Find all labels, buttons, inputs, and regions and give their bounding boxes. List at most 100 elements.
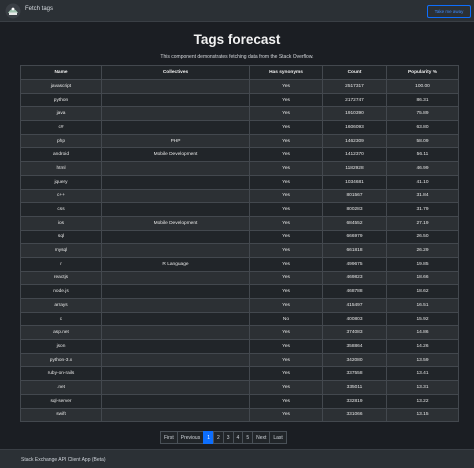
cell-popularity: 31.79	[386, 202, 459, 217]
cell-count: 1034681	[322, 174, 387, 190]
table-row: node.js Yes 468788 18.62	[20, 284, 459, 299]
cell-has-synonyms: Yes	[249, 270, 323, 286]
cell-name: android	[20, 147, 102, 163]
table-row: python-3.x Yes 342080 13.59	[20, 352, 459, 368]
cell-collectives	[101, 352, 250, 368]
cell-collectives	[101, 380, 250, 395]
table-row: html Yes 1182928 46.99	[20, 161, 459, 176]
cell-collectives	[101, 120, 250, 135]
cell-count: 1412370	[322, 147, 387, 163]
table-body: javascript Yes 2517317 100.00 python Yes 21727…	[20, 79, 459, 423]
cell-count: 684552	[322, 215, 387, 231]
table-row: sql Yes 666979 26.50	[20, 229, 459, 245]
cell-count: 1606093	[322, 120, 387, 135]
tour-button[interactable]: Take me away	[427, 5, 471, 18]
cell-name: ios	[20, 215, 102, 231]
cell-popularity: 14.26	[386, 339, 459, 354]
page-title: Tags forecast	[193, 32, 281, 47]
cell-collectives	[101, 243, 250, 258]
cell-collectives	[101, 311, 250, 327]
cell-has-synonyms: No	[249, 311, 323, 327]
cell-collectives	[101, 202, 250, 217]
cell-popularity: 41.10	[386, 174, 459, 190]
cell-collectives	[101, 325, 250, 341]
cell-name: swift	[20, 407, 102, 423]
cell-count: 800283	[322, 202, 387, 217]
cell-collectives: PHP	[101, 133, 250, 149]
table-row: css Yes 800283 31.79	[20, 202, 459, 217]
cell-popularity: 56.11	[386, 147, 459, 163]
cell-count: 358864	[322, 339, 387, 354]
cell-popularity: 31.84	[386, 188, 459, 204]
cell-collectives	[101, 188, 250, 204]
table-row: jquery Yes 1034681 41.10	[20, 174, 459, 190]
cell-name: arrays	[20, 298, 102, 313]
cell-popularity: 27.19	[386, 215, 459, 231]
page-link-next[interactable]: Next	[252, 431, 271, 444]
cell-count: 332819	[322, 393, 387, 409]
cell-count: 415497	[322, 298, 387, 313]
table-row: .net Yes 335011 13.31	[20, 380, 459, 395]
cell-name: sql-server	[20, 393, 102, 409]
cell-popularity: 13.41	[386, 366, 459, 382]
cell-has-synonyms: Yes	[249, 92, 323, 108]
cell-count: 337558	[322, 366, 387, 382]
cell-collectives	[101, 270, 250, 286]
column-header-popularity: Popularity %	[386, 65, 459, 80]
footer: Stack Exchange API Client App (Beta)	[0, 449, 474, 468]
cell-popularity: 13.15	[386, 407, 459, 423]
cell-name: json	[20, 339, 102, 354]
cell-name: html	[20, 161, 102, 176]
cell-name: c	[20, 311, 102, 327]
table-row: rR Language Yes 499675 19.85	[20, 256, 459, 272]
column-header-name: Name	[20, 65, 102, 80]
cell-collectives	[101, 339, 250, 354]
cell-name: r	[20, 256, 102, 272]
table-row: asp.net Yes 374083 14.86	[20, 325, 459, 341]
cell-count: 331066	[322, 407, 387, 423]
cell-name: sql	[20, 229, 102, 245]
table-row: json Yes 358864 14.26	[20, 339, 459, 354]
cell-popularity: 19.85	[386, 256, 459, 272]
cell-popularity: 46.99	[386, 161, 459, 176]
page-link-previous[interactable]: Previous	[176, 431, 205, 444]
cell-name: c#	[20, 120, 102, 135]
cell-has-synonyms: Yes	[249, 325, 323, 341]
cell-name: c++	[20, 188, 102, 204]
page-link-first[interactable]: First	[160, 431, 178, 444]
cell-name: javascript	[20, 79, 102, 94]
cell-collectives	[101, 106, 250, 122]
cell-has-synonyms: Yes	[249, 147, 323, 163]
table-row: c No 400803 15.92	[20, 311, 459, 327]
cell-has-synonyms: Yes	[249, 79, 323, 94]
table-header-row: Name Collectives Has synonyms Count Populari…	[20, 65, 459, 80]
cell-collectives	[101, 298, 250, 313]
cell-collectives	[101, 284, 250, 299]
page-link-last[interactable]: Last	[269, 431, 287, 444]
cell-count: 801567	[322, 188, 387, 204]
table-row: mysql Yes 661818 26.29	[20, 243, 459, 258]
brand-link[interactable]: Fetch tags	[25, 6, 53, 12]
cell-has-synonyms: Yes	[249, 188, 323, 204]
cell-popularity: 86.31	[386, 92, 459, 108]
cell-popularity: 75.89	[386, 106, 459, 122]
app-logo-icon[interactable]	[5, 3, 21, 19]
cell-has-synonyms: Yes	[249, 215, 323, 231]
cell-name: reactjs	[20, 270, 102, 286]
cell-popularity: 63.80	[386, 120, 459, 135]
cell-collectives	[101, 92, 250, 108]
cell-count: 374083	[322, 325, 387, 341]
cell-count: 661818	[322, 243, 387, 258]
cell-popularity: 13.31	[386, 380, 459, 395]
cell-collectives: Mobile Development	[101, 147, 250, 163]
table-row: android Mobile Development Yes 1412370 56.11	[20, 147, 459, 163]
cell-popularity: 15.92	[386, 311, 459, 327]
cell-has-synonyms: Yes	[249, 243, 323, 258]
cell-collectives	[101, 407, 250, 423]
cell-name: php	[20, 133, 102, 149]
table-row: swift Yes 331066 13.15	[20, 407, 459, 423]
footer-text: Stack Exchange API Client App (Beta)	[21, 457, 106, 463]
cell-has-synonyms: Yes	[249, 284, 323, 299]
cell-has-synonyms: Yes	[249, 339, 323, 354]
cell-popularity: 16.51	[386, 298, 459, 313]
